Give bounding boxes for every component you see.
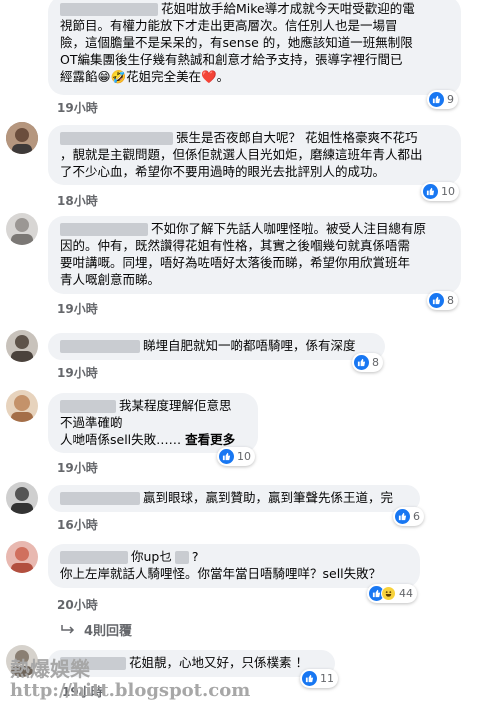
thumbs-up-icon	[429, 92, 444, 107]
reaction-count[interactable]: 9	[427, 90, 458, 109]
watermark-title: 熱爆娛樂	[10, 657, 90, 681]
blurred-name[interactable]	[60, 132, 173, 145]
avatar[interactable]	[6, 390, 38, 422]
view-replies-link[interactable]: 4則回覆	[60, 620, 132, 639]
comment-bubble: 花姐咁放手給Mike導才成就今天咁受歡迎的電 視節目。有權力能放下才走出更高層次…	[48, 0, 461, 95]
comment-timestamp[interactable]: 19小時	[57, 300, 98, 317]
blurred-name[interactable]	[60, 551, 128, 564]
comment-timestamp[interactable]: 18小時	[57, 192, 98, 209]
thumbs-up-icon	[429, 293, 444, 308]
avatar[interactable]	[6, 482, 38, 514]
thumbs-up-icon	[302, 671, 317, 686]
avatar[interactable]	[6, 541, 38, 573]
thumbs-up-icon	[354, 355, 369, 370]
comment-bubble: 不如你了解下先話人咖哩怪啦。被受人注目總有原 因的。仲有，既然讚得花姐有性格，其…	[48, 216, 461, 294]
reaction-count[interactable]: 10	[421, 182, 459, 201]
reaction-count[interactable]: 44	[367, 584, 417, 603]
comment-timestamp[interactable]: 19小時	[57, 459, 98, 476]
comment-timestamp[interactable]: 16小時	[57, 516, 98, 533]
comment-bubble: 張生是否夜郎自大呢？ 花姐性格豪爽不花巧 ，靚就是主觀問題，但係佢就選人目光如炬…	[48, 125, 461, 185]
blurred-name[interactable]	[60, 400, 116, 413]
thumbs-up-icon	[395, 509, 410, 524]
reaction-count[interactable]: 10	[217, 447, 255, 466]
thumbs-up-icon	[219, 449, 234, 464]
reply-arrow-icon	[61, 624, 75, 634]
reaction-count[interactable]: 8	[352, 353, 383, 372]
comment-bubble: 你up乜? 你上左岸就話人騎哩怪。你當年當日唔騎哩咩？sell失敗？	[48, 544, 420, 588]
comment-timestamp[interactable]: 19小時	[57, 364, 98, 381]
blurred-name[interactable]	[60, 223, 148, 236]
avatar[interactable]	[6, 213, 38, 245]
haha-reaction-icon	[381, 586, 396, 601]
thumbs-up-icon	[423, 184, 438, 199]
see-more-link[interactable]: 查看更多	[185, 432, 235, 447]
avatar[interactable]	[6, 330, 38, 362]
reaction-count[interactable]: 6	[393, 507, 424, 526]
blurred-name[interactable]	[60, 340, 140, 353]
comment-bubble: 贏到眼球，贏到贊助，贏到筆聲先係王道，完	[48, 485, 420, 512]
comment-timestamp[interactable]: 20小時	[57, 596, 98, 613]
comment-bubble: 花姐靚，心地又好，只係樸素 ！	[48, 650, 335, 677]
comment-bubble: 睇埋自肥就知一啲都唔騎哩，係有深度	[48, 333, 385, 360]
comment-bubble: 我某程度理解佢意思 不過準確啲 人哋唔係sell失敗…… 查看更多	[48, 393, 258, 453]
reaction-count[interactable]: 11	[300, 669, 338, 688]
blurred-mention	[174, 551, 189, 564]
blurred-name[interactable]	[60, 492, 140, 505]
blurred-name[interactable]	[60, 3, 158, 16]
watermark-url: http://hitt.blogspot.com	[10, 680, 251, 701]
avatar[interactable]	[6, 122, 38, 154]
reaction-count[interactable]: 8	[427, 291, 458, 310]
comment-timestamp[interactable]: 19小時	[57, 99, 98, 116]
